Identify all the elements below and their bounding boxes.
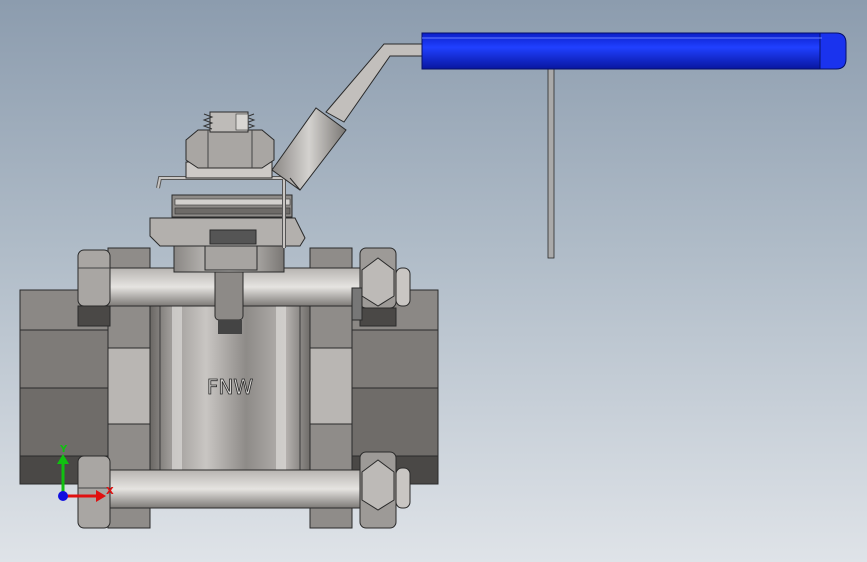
cad-graphics-area[interactable]: FNW Y X: [0, 0, 867, 562]
left-top-nut: [77, 249, 111, 327]
bottom-bolt: [99, 469, 363, 509]
triad-z-axis: [58, 491, 68, 501]
triad-y-arrow: [57, 454, 69, 464]
view-orientation-triad-icon[interactable]: Y X: [48, 440, 118, 510]
handle-grip[interactable]: [421, 32, 847, 70]
triad-x-label: X: [106, 486, 114, 497]
fnw-marking: FNW: [207, 375, 253, 399]
stop-plate: [149, 176, 306, 248]
triad-y-label: Y: [59, 444, 68, 455]
gland-nut: [185, 129, 275, 179]
ball-valve-model[interactable]: FNW: [0, 0, 867, 562]
stem-thread: [202, 111, 256, 133]
lever-arm: [271, 43, 555, 259]
triad-x-arrow: [96, 490, 106, 502]
